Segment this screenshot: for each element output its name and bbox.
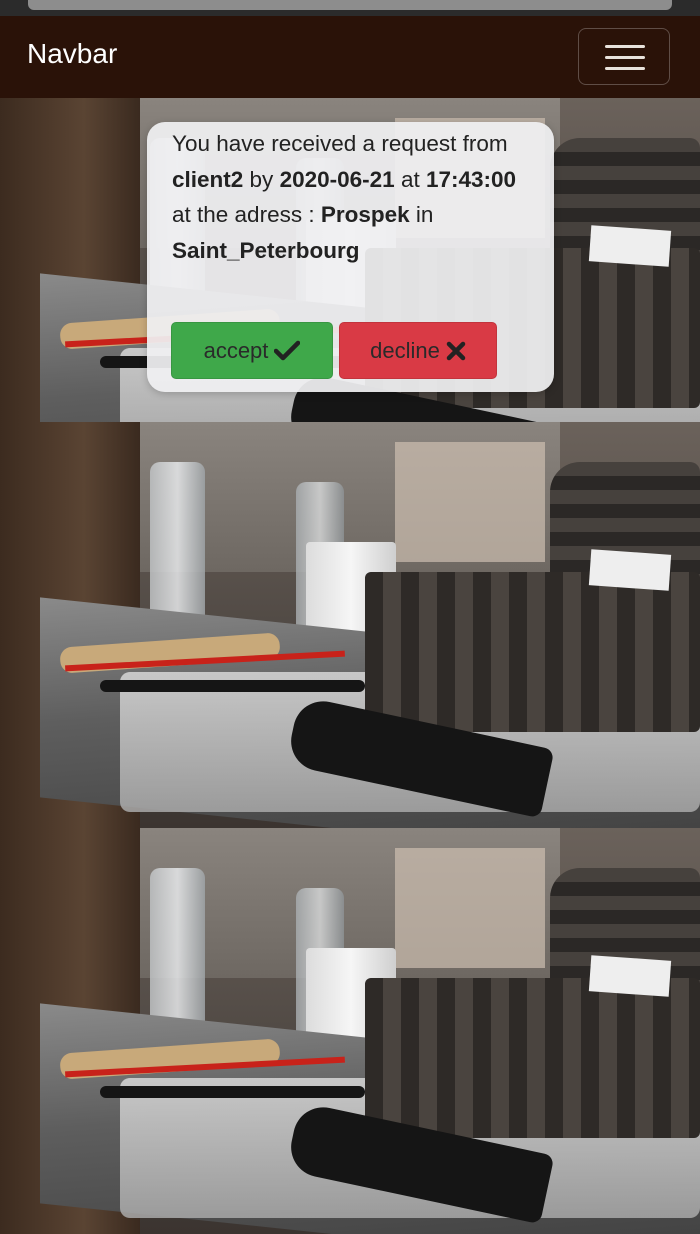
address-bar-edge [28,0,672,10]
request-prefix: You have received a request from [172,131,508,156]
decline-label: decline [370,337,440,363]
accept-button[interactable]: accept [171,322,333,379]
request-address: Prospek [320,202,410,227]
navbar-brand[interactable]: Navbar [27,38,117,70]
request-city: Saint_Peterbourg [172,237,360,263]
background-image [0,828,700,1234]
navbar: Navbar [0,16,700,98]
accept-label: accept [203,337,269,363]
request-time: 17:43:00 [425,166,517,192]
browser-top-strip [0,0,700,16]
request-message: You have received a request from client2… [172,131,517,263]
hamburger-menu-icon [605,45,645,48]
request-card: You have received a request from client2… [147,122,554,392]
check-icon [274,340,301,360]
background-image [0,422,700,828]
decline-button[interactable]: decline [339,322,497,379]
navbar-toggle-button[interactable] [578,28,670,85]
request-date: 2020-06-21 [279,166,395,192]
client-name: client2 [172,166,244,192]
x-icon [446,341,466,360]
